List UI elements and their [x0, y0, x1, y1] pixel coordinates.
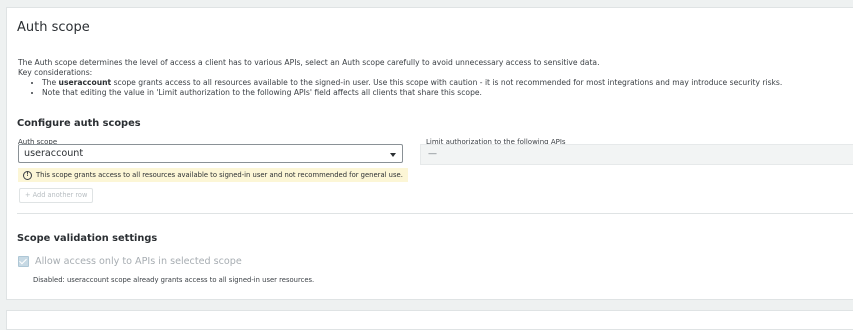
next-panel — [6, 310, 853, 330]
key-considerations-label: Key considerations: — [18, 68, 93, 77]
auth-scope-value: useraccount — [24, 148, 84, 159]
consideration-item: The useraccount scope grants access to a… — [42, 78, 848, 88]
panel-description: The Auth scope determines the level of a… — [18, 58, 848, 98]
auth-scope-select[interactable]: useraccount — [18, 144, 403, 163]
bullet-prefix: The — [42, 78, 59, 87]
description-text: The Auth scope determines the level of a… — [18, 58, 600, 67]
panel-title: Auth scope — [17, 20, 90, 35]
warning-text: This scope grants access to all resource… — [36, 171, 403, 179]
warning-icon: ! — [23, 170, 32, 180]
configure-heading: Configure auth scopes — [17, 118, 141, 129]
bullet-scope-name: useraccount — [58, 78, 112, 87]
section-divider — [17, 213, 853, 214]
scope-warning: ! This scope grants access to all resour… — [18, 168, 408, 182]
allowed-apis-checkbox-label: Allow access only to APIs in selected sc… — [35, 256, 242, 267]
considerations-list: The useraccount scope grants access to a… — [18, 78, 848, 98]
allowed-apis-checkbox[interactable] — [18, 256, 29, 267]
validation-heading: Scope validation settings — [17, 233, 158, 244]
add-another-row-button[interactable]: + Add another row — [19, 188, 94, 203]
limit-apis-field: — — [420, 144, 853, 165]
allowed-apis-checkbox-row: Allow access only to APIs in selected sc… — [18, 256, 242, 267]
chevron-down-icon — [390, 153, 396, 157]
bullet-text: scope grants access to all resources ava… — [111, 78, 783, 87]
checkbox-help-text: Disabled: useraccount scope already gran… — [33, 276, 315, 284]
limit-apis-value: — — [428, 149, 437, 159]
consideration-item: Note that editing the value in 'Limit au… — [42, 88, 848, 98]
